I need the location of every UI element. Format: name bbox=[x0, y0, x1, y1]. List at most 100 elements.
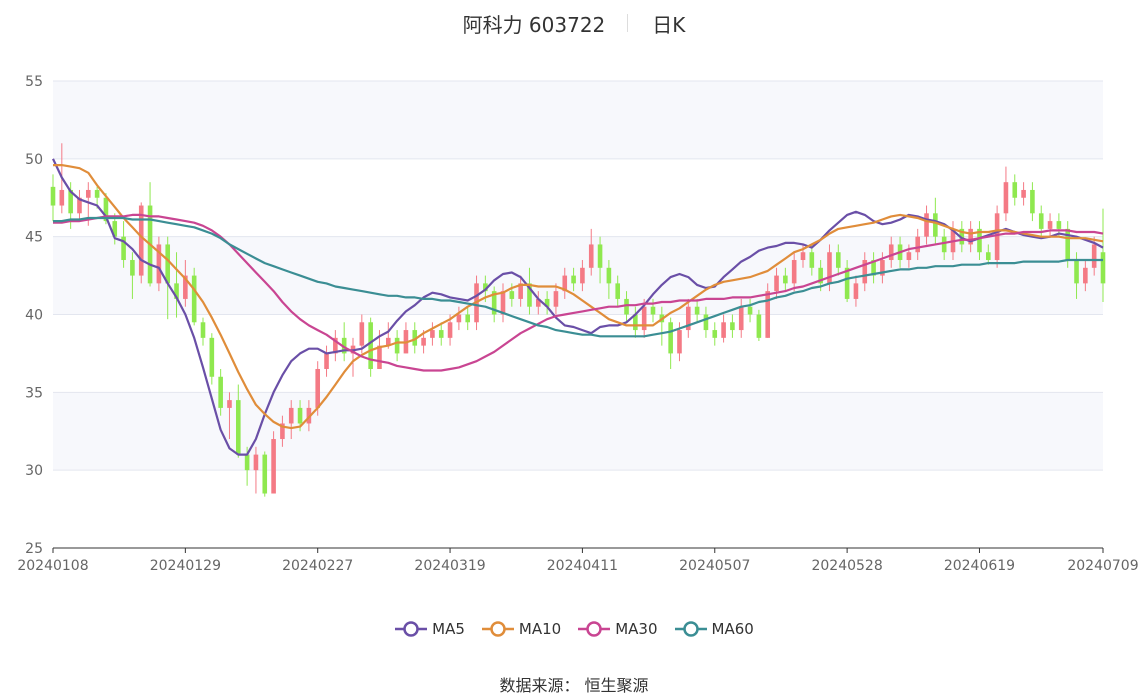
candle-body bbox=[853, 283, 859, 299]
candle-body bbox=[730, 322, 735, 331]
candle-body bbox=[1091, 244, 1097, 268]
candle-body bbox=[994, 213, 1000, 261]
candle-body bbox=[756, 314, 762, 338]
candle-body bbox=[747, 306, 753, 315]
candle-body bbox=[624, 298, 629, 315]
candle-body bbox=[1083, 267, 1088, 284]
candle-body bbox=[712, 330, 718, 338]
candle-body bbox=[668, 322, 673, 354]
candle-body bbox=[288, 407, 294, 424]
y-tick-label: 40 bbox=[25, 308, 43, 324]
candle-body bbox=[1021, 189, 1026, 198]
y-tick-label: 45 bbox=[25, 230, 43, 246]
candle-body bbox=[703, 314, 709, 331]
candle-body bbox=[941, 236, 947, 253]
candle-body bbox=[59, 189, 65, 206]
candle-body bbox=[447, 322, 453, 338]
legend-item-ma5[interactable]: MA5 bbox=[394, 620, 465, 638]
x-tick-label: 20240709 bbox=[1067, 558, 1138, 574]
candle-body bbox=[791, 260, 797, 284]
candle-body bbox=[738, 306, 744, 331]
candle-body bbox=[588, 244, 594, 268]
legend-item-ma60[interactable]: MA60 bbox=[674, 620, 754, 638]
grid-band bbox=[53, 470, 1103, 548]
grid-band bbox=[53, 392, 1103, 471]
candle-body bbox=[218, 376, 223, 408]
y-tick-label: 50 bbox=[25, 152, 43, 168]
legend-circle-icon bbox=[674, 621, 707, 637]
legend-label: MA30 bbox=[615, 620, 658, 638]
candle-body bbox=[580, 267, 585, 284]
candle-body bbox=[1012, 182, 1018, 198]
legend-circle-icon bbox=[395, 621, 428, 637]
candle-body bbox=[774, 275, 779, 292]
candle-body bbox=[500, 291, 506, 315]
candle-body bbox=[1100, 252, 1106, 284]
legend-item-ma10[interactable]: MA10 bbox=[481, 620, 561, 638]
candle-body bbox=[1056, 221, 1062, 229]
candle-body bbox=[50, 186, 56, 206]
candle-body bbox=[1038, 213, 1044, 229]
legend-circle-icon bbox=[578, 621, 611, 637]
legend-circle-icon bbox=[481, 621, 514, 637]
candle-body bbox=[227, 400, 232, 408]
candle-body bbox=[933, 213, 938, 237]
candle-body bbox=[924, 213, 929, 237]
candle-body bbox=[297, 407, 303, 424]
x-tick-label: 20240619 bbox=[944, 558, 1015, 574]
candle-body bbox=[835, 252, 841, 268]
candle-body bbox=[1065, 228, 1071, 261]
legend-label: MA60 bbox=[711, 620, 754, 638]
candle-body bbox=[650, 306, 656, 315]
candle-body bbox=[783, 275, 788, 284]
x-tick-label: 20240507 bbox=[679, 558, 750, 574]
candle-body bbox=[1047, 221, 1053, 229]
candle-body bbox=[368, 322, 373, 369]
x-tick-label: 20240129 bbox=[150, 558, 221, 574]
candle-body bbox=[809, 252, 815, 268]
candle-body bbox=[456, 314, 462, 323]
candle-body bbox=[509, 291, 515, 299]
candle-body bbox=[765, 291, 771, 338]
candle-body bbox=[985, 252, 991, 261]
candle-body bbox=[571, 275, 576, 284]
candle-body bbox=[800, 252, 806, 261]
candle-body bbox=[465, 314, 471, 323]
candle-body bbox=[597, 244, 603, 268]
candle-body bbox=[641, 306, 647, 331]
x-tick-label: 20240528 bbox=[811, 558, 882, 574]
candle-body bbox=[235, 400, 241, 455]
candle-body bbox=[262, 454, 268, 494]
candle-body bbox=[324, 353, 329, 369]
candle-body bbox=[606, 267, 612, 284]
data-source: 数据来源： 恒生聚源 bbox=[499, 676, 649, 695]
y-tick-label: 30 bbox=[25, 463, 43, 479]
candle-body bbox=[315, 368, 321, 408]
candle-body bbox=[165, 244, 171, 284]
candle-body bbox=[244, 454, 250, 471]
candle-body bbox=[421, 337, 426, 346]
candle-body bbox=[430, 330, 435, 338]
legend-item-ma30[interactable]: MA30 bbox=[577, 620, 658, 638]
candle-body bbox=[130, 260, 135, 276]
candle-body bbox=[694, 306, 700, 315]
candle-body bbox=[438, 330, 444, 338]
x-tick-label: 20240319 bbox=[414, 558, 485, 574]
legend-label: MA5 bbox=[432, 620, 465, 638]
candle-body bbox=[94, 189, 100, 198]
candle-body bbox=[191, 275, 197, 323]
candle-body bbox=[1074, 260, 1079, 284]
candle-body bbox=[906, 252, 912, 261]
candle-body bbox=[271, 439, 276, 494]
candle-body bbox=[85, 189, 91, 198]
candle-body bbox=[359, 322, 365, 346]
grid-band bbox=[53, 81, 1103, 159]
x-tick-label: 20240411 bbox=[547, 558, 618, 574]
candle-body bbox=[377, 345, 382, 369]
candle-body bbox=[394, 337, 400, 354]
candle-body bbox=[615, 283, 621, 299]
x-tick-label: 20240227 bbox=[282, 558, 353, 574]
legend-label: MA10 bbox=[518, 620, 562, 638]
chart-legend: MA5 MA10 MA30 MA60 bbox=[0, 620, 1148, 638]
candle-body bbox=[721, 322, 726, 338]
